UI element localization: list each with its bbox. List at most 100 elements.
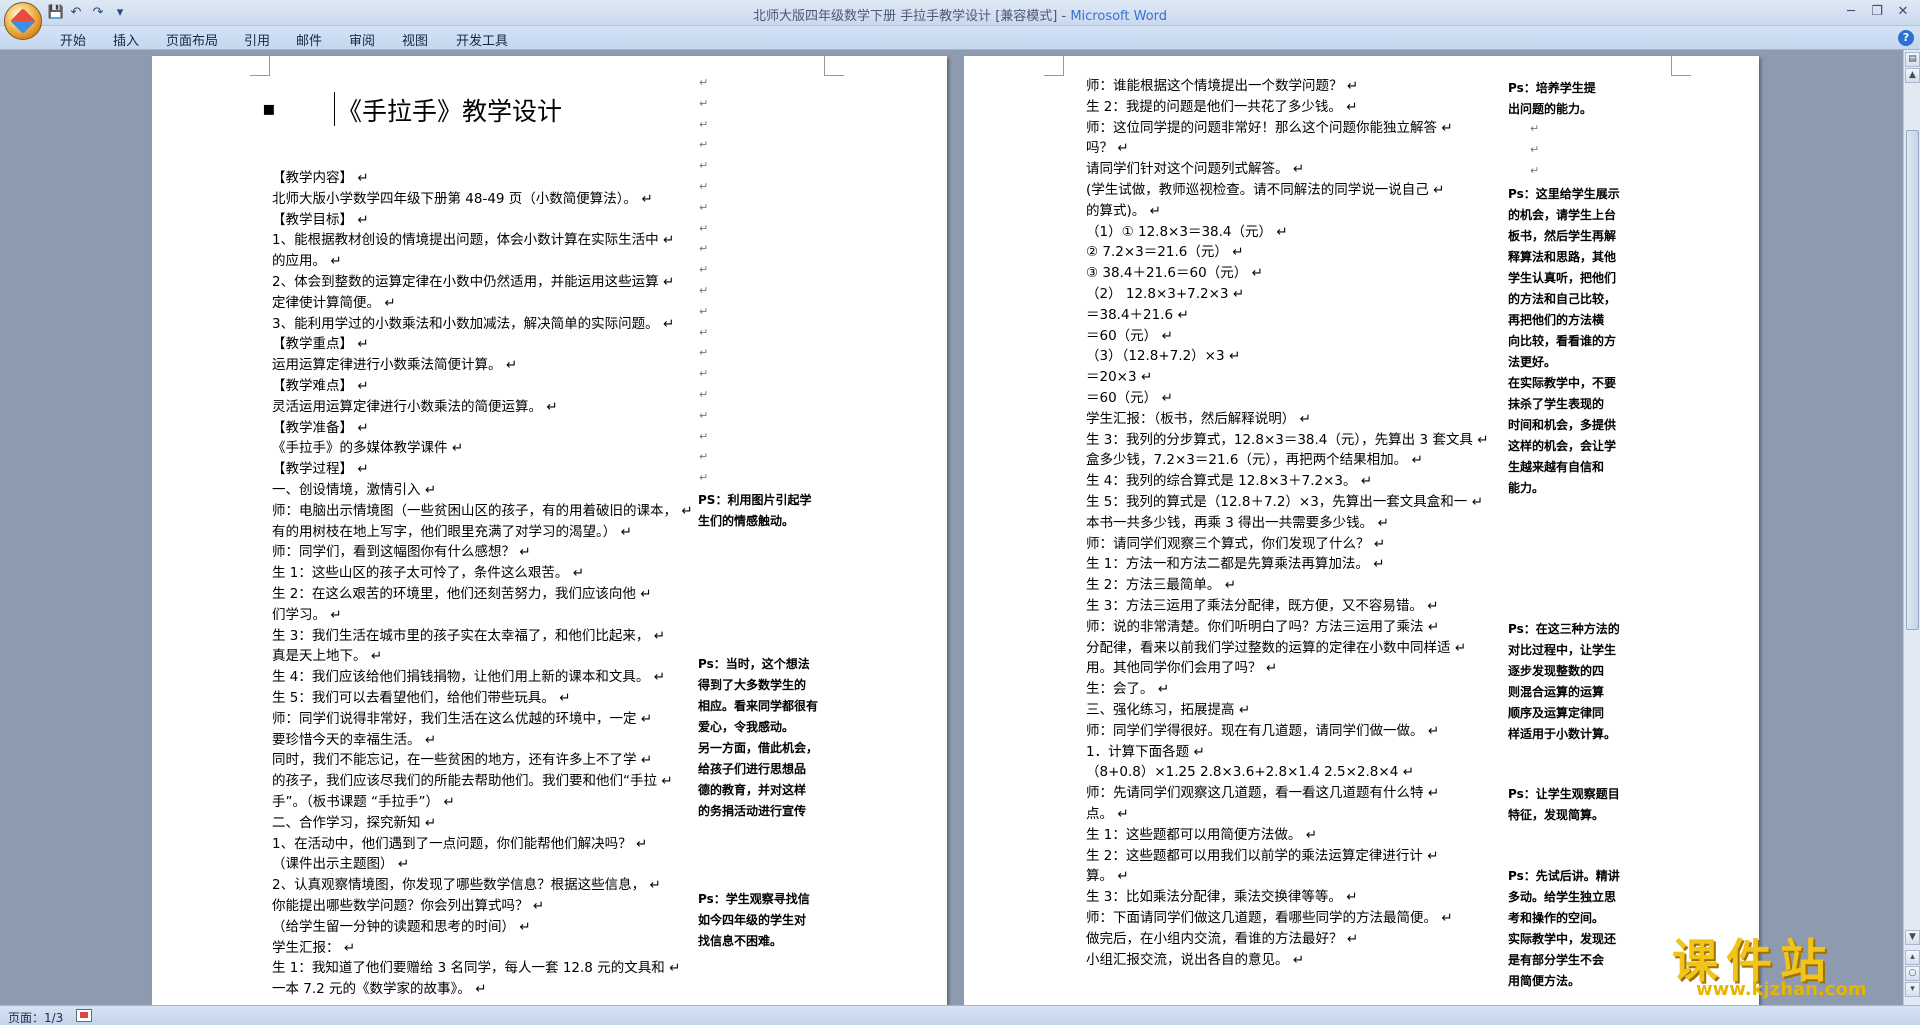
- margin-note-line: 这样的机会，会让学: [1508, 439, 1617, 453]
- tab-view[interactable]: 视图: [402, 30, 428, 49]
- paragraph-mark-icon: ↵: [699, 408, 709, 422]
- help-icon[interactable]: ?: [1898, 30, 1914, 46]
- margin-note-line: 的机会，请学生上台: [1508, 208, 1617, 222]
- margin-note-line: Ps：培养学生提: [1508, 81, 1596, 95]
- paragraph-line: 用。其他同学你们会用了吗？ ↵: [1086, 660, 1278, 677]
- paragraph-line: 生 2：方法三最简单。 ↵: [1086, 577, 1236, 594]
- page-counter[interactable]: 页面：1/3: [8, 1009, 63, 1025]
- paragraph-line: 生 3：我列的分步算式，12.8×3＝38.4（元），先算出 3 套文具 ↵: [1086, 431, 1489, 448]
- ribbon-tabs: 开始 插入 页面布局 引用 邮件 审阅 视图 开发工具 ?: [0, 26, 1920, 50]
- paragraph-mark-icon: ↵: [699, 180, 709, 193]
- paragraph-mark-icon: ↵: [699, 242, 709, 256]
- title-bar: 💾 ↶ ↷ ▾ 北师大版四年级数学下册 手拉手教学设计 [兼容模式] - Mic…: [0, 0, 1920, 40]
- paragraph-mark-icon: ↵: [699, 304, 709, 318]
- paragraph-mark-icon: ↵: [699, 388, 709, 401]
- margin-note-line: 逐步发现整数的四: [1508, 664, 1605, 678]
- margin-note-line: Ps：先试后讲。精讲: [1508, 869, 1620, 883]
- paragraph-line: 一本 7.2 元的《数学家的故事》。 ↵: [272, 981, 487, 998]
- tab-mailings[interactable]: 邮件: [296, 30, 322, 49]
- paragraph-line: 灵活运用运算定律进行小数乘法的简便运算。 ↵: [272, 398, 558, 415]
- ruler-toggle-icon[interactable]: ▤: [1905, 52, 1920, 67]
- paragraph-line: （1）① 12.8×3＝38.4（元） ↵: [1086, 223, 1288, 240]
- paragraph-line: 师：谁能根据这个情境提出一个数学问题？ ↵: [1086, 78, 1359, 94]
- margin-note-line: 德的教育，并对这样: [698, 783, 807, 797]
- tab-page-layout[interactable]: 页面布局: [166, 30, 218, 49]
- paragraph-line: (学生试做，教师巡视检查。请不同解法的同学说一说自己 ↵: [1086, 182, 1445, 198]
- margin-note-line: 能力。: [1508, 481, 1545, 495]
- paragraph-line: 师：同学们，看到这幅图你有什么感想？ ↵: [272, 544, 531, 561]
- tab-references[interactable]: 引用: [244, 30, 270, 49]
- paragraph-line: 生 3：我们生活在城市里的孩子实在太幸福了，和他们比起来， ↵: [272, 627, 665, 644]
- margin-note-line: 用简便方法。: [1508, 974, 1581, 988]
- paragraph-line: 小组汇报交流，说出各自的意见。 ↵: [1086, 951, 1305, 968]
- window-title: 北师大版四年级数学下册 手拉手教学设计 [兼容模式] - Microsoft W…: [0, 5, 1920, 24]
- text-cursor: [334, 92, 335, 126]
- tab-developer[interactable]: 开发工具: [456, 30, 508, 49]
- paragraph-line: 【教学过程】 ↵: [272, 461, 369, 478]
- paragraph-line: 手”。（板书课题 “手拉手”） ↵: [272, 794, 455, 810]
- page-left[interactable]: ▪ 《手拉手》教学设计 【教学内容】 ↵ 北师大版小学数学四年级下册第 48-4…: [152, 56, 947, 1005]
- paragraph-line: 要珍惜今天的幸福生活。 ↵: [272, 731, 437, 748]
- margin-note-line: 法更好。: [1508, 355, 1557, 369]
- watermark-url: www.kjzhan.com: [1696, 979, 1867, 1000]
- paragraph-line: 吗？ ↵: [1086, 140, 1129, 157]
- office-button[interactable]: [4, 2, 42, 40]
- paragraph-line: ＝60（元） ↵: [1086, 327, 1173, 344]
- paragraph-line: 生 4：我列的综合算式是 12.8×3＋7.2×3。 ↵: [1086, 473, 1373, 490]
- margin-note-line: 顺序及运算定律同: [1508, 706, 1605, 720]
- paragraph-line: 的算式)。 ↵: [1086, 202, 1161, 219]
- paragraph-mark-icon: ↵: [699, 159, 709, 173]
- paragraph-line: 做完后，在小组内交流，看谁的方法最好？ ↵: [1086, 930, 1359, 947]
- close-button[interactable]: ✕: [1890, 2, 1916, 22]
- paragraph-line: 2、认真观察情境图，你发现了哪些数学信息？根据这些信息， ↵: [272, 877, 661, 894]
- paragraph-line: 2、体会到整数的运算定律在小数中仍然适用，并能运用这些运算 ↵: [272, 274, 675, 290]
- scroll-thumb[interactable]: [1906, 130, 1919, 630]
- paragraph-line: 生 3：比如乘法分配律，乘法交换律等等。 ↵: [1086, 889, 1358, 906]
- margin-note-line: 出问题的能力。: [1508, 102, 1593, 116]
- status-bar: 页面：1/3: [0, 1005, 1920, 1025]
- margin-note-line: Ps：在这三种方法的: [1508, 622, 1620, 636]
- paragraph-line: 师：先请同学们观察这几道题，看一看这几道题有什么特 ↵: [1086, 785, 1440, 802]
- paragraph-line: 算。 ↵: [1086, 868, 1129, 885]
- tab-insert[interactable]: 插入: [113, 30, 139, 49]
- minimize-button[interactable]: ─: [1838, 2, 1864, 22]
- paragraph-mark-icon: ↵: [1530, 122, 1540, 135]
- crop-mark: [824, 56, 844, 76]
- paragraph-line: 点。 ↵: [1086, 806, 1129, 822]
- margin-note-line: 对比过程中，让学生: [1508, 643, 1617, 657]
- paragraph-line: 1．计算下面各题 ↵: [1086, 743, 1205, 760]
- paragraph-line: 【教学目标】 ↵: [272, 211, 369, 228]
- paragraph-line: 生 5：我们可以去看望他们，给他们带些玩具。 ↵: [272, 690, 571, 706]
- office-logo-icon: [10, 8, 36, 34]
- window-title-app: Microsoft Word: [1070, 9, 1168, 24]
- paragraph-line: 二、合作学习，探究新知 ↵: [272, 814, 437, 831]
- margin-note-line: 得到了大多数学生的: [698, 678, 807, 692]
- tab-home[interactable]: 开始: [60, 30, 86, 49]
- margin-note-line: 学生认真听，把他们: [1508, 271, 1617, 285]
- title-bullet: ▪: [262, 96, 276, 120]
- paragraph-line: 《手拉手》的多媒体教学课件 ↵: [272, 440, 464, 457]
- document-area[interactable]: ▪ 《手拉手》教学设计 【教学内容】 ↵ 北师大版小学数学四年级下册第 48-4…: [0, 50, 1903, 1005]
- paragraph-line: 学生汇报：（板书，然后解释说明） ↵: [1086, 410, 1311, 427]
- margin-note-line: 板书，然后学生再解: [1508, 229, 1617, 243]
- margin-note-line: 抹杀了学生表现的: [1508, 397, 1605, 411]
- paragraph-line: 生 1：这些题都可以用简便方法做。 ↵: [1086, 826, 1317, 843]
- margin-note-line: 是有部分学生不会: [1508, 953, 1605, 967]
- paragraph-line: 生 1：方法一和方法二都是先算乘法再算加法。 ↵: [1086, 556, 1385, 573]
- paragraph-line: ③ 38.4＋21.6＝60（元） ↵: [1086, 265, 1263, 282]
- paragraph-mark-icon: ↵: [699, 200, 709, 214]
- paragraph-line: 同时，我们不能忘记，在一些贫困的地方，还有许多上不了学 ↵: [272, 752, 653, 769]
- paragraph-line: 的应用。 ↵: [272, 253, 342, 270]
- paragraph-line: （8+0.8）×1.25 2.8×3.6+2.8×1.4 2.5×2.8×4 ↵: [1086, 764, 1414, 781]
- paragraph-line: 师：同学们说得非常好，我们生活在这么优越的环境中，一定 ↵: [272, 710, 653, 727]
- scroll-up-button[interactable]: ▲: [1905, 68, 1920, 83]
- proofing-icon[interactable]: [76, 1009, 92, 1022]
- vertical-scrollbar[interactable]: ▤ ▲ ▼ ▴ ○ ▾: [1903, 50, 1920, 1005]
- paragraph-line: 生 3：方法三运用了乘法分配律，既方便，又不容易错。 ↵: [1086, 598, 1439, 614]
- paragraph-line: ＝38.4＋21.6 ↵: [1086, 306, 1189, 323]
- margin-note-line: Ps：这里给学生展示: [1508, 187, 1620, 201]
- page-right[interactable]: 师：谁能根据这个情境提出一个数学问题？ ↵ 生 2：我提的问题是他们一共花了多少…: [964, 56, 1759, 1005]
- tab-review[interactable]: 审阅: [349, 30, 375, 49]
- margin-note-line: 爱心，令我感动。: [698, 720, 795, 734]
- restore-button[interactable]: ❐: [1864, 2, 1890, 22]
